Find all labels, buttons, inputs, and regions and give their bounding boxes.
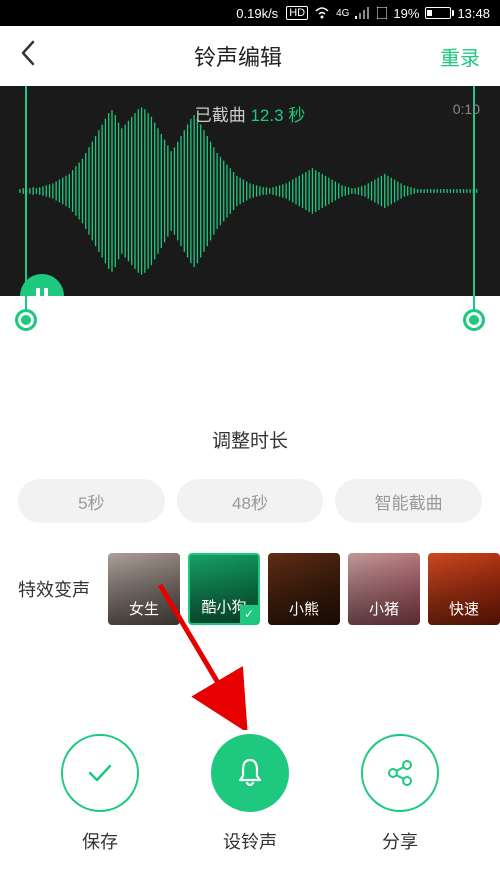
nav-bar: 铃声编辑 重录 [0,26,500,86]
duration-option-48s[interactable]: 48秒 [177,479,324,523]
action-row: 保存 设铃声 分享 [0,734,500,854]
battery-icon [425,7,451,19]
effect-label: 女生 [129,598,159,619]
signal-bars-icon [355,7,371,19]
total-duration: 0:10 [453,101,480,117]
set-ringtone-button[interactable]: 设铃声 [211,734,289,854]
effect-label: 小熊 [289,598,319,619]
voice-effects-scroll[interactable]: 女生 酷小狗 小熊 小猪 快速 [108,553,500,625]
wifi-icon [314,7,330,19]
adjust-title: 调整时长 [0,426,500,453]
signal-4g-icon: 4G [336,8,349,19]
hd-icon: HD [286,6,308,20]
waveform-display: 已截曲 12.3 秒 0:10 [0,86,500,296]
duration-options: 5秒 48秒 智能截曲 [0,459,500,543]
clock-time: 13:48 [457,6,490,21]
action-label: 分享 [382,828,418,854]
effect-girl[interactable]: 女生 [108,553,180,625]
page-title: 铃声编辑 [194,40,282,72]
action-label: 保存 [82,828,118,854]
action-label: 设铃声 [223,828,277,854]
trim-info: 已截曲 12.3 秒 [0,101,500,126]
effect-label: 酷小狗 [201,596,246,617]
effect-bear[interactable]: 小熊 [268,553,340,625]
duration-option-smart[interactable]: 智能截曲 [335,479,482,523]
effect-cool-dog[interactable]: 酷小狗 [188,553,260,625]
effect-fast[interactable]: 快速 [428,553,500,625]
battery-percent: 19% [393,6,419,21]
voice-effects-row: 特效变声 女生 酷小狗 小熊 小猪 快速 [0,543,500,635]
effect-pig[interactable]: 小猪 [348,553,420,625]
effect-label: 小猪 [369,598,399,619]
pause-icon [36,288,48,296]
sim-icon [377,7,387,19]
duration-option-5s[interactable]: 5秒 [18,479,165,523]
network-speed: 0.19k/s [236,6,278,21]
save-button[interactable]: 保存 [61,734,139,854]
voice-effects-label: 特效变声 [18,576,98,602]
check-icon [61,734,139,812]
share-icon [361,734,439,812]
effect-label: 快速 [449,598,479,619]
back-button[interactable] [20,40,36,73]
bell-icon [211,734,289,812]
share-button[interactable]: 分享 [361,734,439,854]
trim-slider [0,296,500,336]
rerecord-button[interactable]: 重录 [440,42,480,71]
status-bar: 0.19k/s HD 4G 19% 13:48 [0,0,500,26]
